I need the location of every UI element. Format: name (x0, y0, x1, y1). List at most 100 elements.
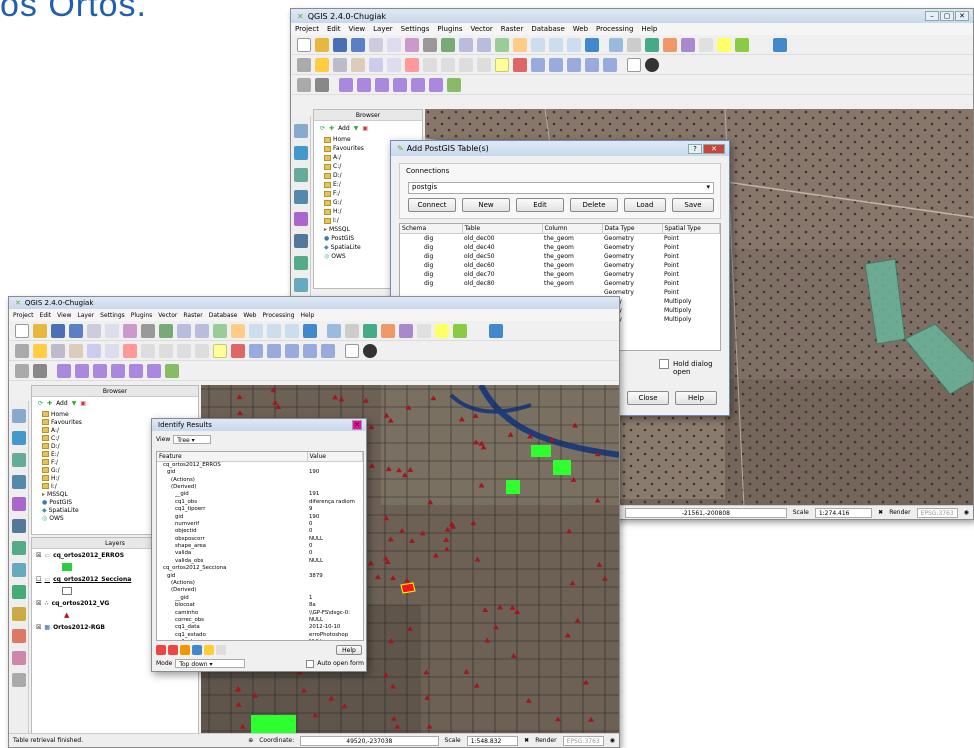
close-button[interactable]: Close (627, 391, 669, 405)
stretch-local-icon[interactable] (75, 363, 89, 378)
label-style-icon[interactable] (513, 57, 527, 72)
collapse-icon[interactable]: ▣ (80, 400, 86, 407)
table-row[interactable]: dig old_dec60 the_geom Geometry Point (400, 261, 720, 270)
increase-brightness-icon[interactable] (93, 363, 107, 378)
new-project-icon[interactable] (297, 37, 311, 52)
touch-zoom-icon[interactable] (441, 37, 455, 52)
crs-icon[interactable]: ◉ (610, 737, 615, 744)
expand-icon[interactable] (156, 645, 166, 655)
collapse-icon[interactable]: ▣ (362, 125, 368, 132)
identify-row[interactable]: blocoat 8a (157, 602, 363, 609)
select-icon[interactable] (345, 323, 359, 338)
identify-tree[interactable]: Feature Value cq_ortos2012_ERROS gid 190 (A… (156, 451, 364, 641)
delete-selected-icon[interactable] (405, 57, 419, 72)
column-spatial-type[interactable]: Spatial Type (662, 224, 720, 234)
scale-field[interactable]: 1:274.416 (814, 507, 873, 518)
connection-select[interactable]: postgis ▾ (408, 182, 714, 194)
zoom-last-icon[interactable] (549, 37, 563, 52)
coordinate-field[interactable]: 49520,-237038 (300, 735, 439, 746)
add-oracle-icon[interactable] (12, 519, 26, 533)
toggle-editing-icon[interactable] (315, 57, 329, 72)
georeferencer-icon[interactable] (165, 363, 179, 378)
menu-web[interactable]: Web (243, 312, 256, 319)
label-change-icon[interactable] (321, 343, 335, 358)
render-checkbox[interactable]: ✖ (524, 737, 529, 744)
menu-vector[interactable]: Vector (470, 25, 492, 33)
paste-icon[interactable] (177, 343, 191, 358)
label-show-icon[interactable] (267, 343, 281, 358)
add-wms-icon[interactable] (294, 256, 308, 270)
label-rotate-icon[interactable] (585, 57, 599, 72)
csw-icon[interactable] (345, 343, 359, 358)
identify-row[interactable]: obsposcorr NULL (157, 536, 363, 543)
crs-field[interactable]: EPSG:3763 (562, 735, 604, 746)
table-row[interactable]: dig old_dec70 the_geom Geometry Point (400, 270, 720, 279)
menu-raster[interactable]: Raster (501, 25, 524, 33)
clear-icon[interactable] (192, 645, 202, 655)
add-mssql-icon[interactable] (12, 497, 26, 511)
identify-row[interactable]: cq1_data 2012-10-10 (157, 624, 363, 631)
zoom-full-icon[interactable] (495, 37, 509, 52)
add-feature-icon[interactable] (351, 57, 365, 72)
scale-field[interactable]: 1:548.832 (466, 735, 519, 746)
edits-icon[interactable] (297, 57, 311, 72)
add-raster-icon[interactable] (12, 431, 26, 445)
layer-item[interactable]: ☒ ▦ Ortos2012-RGB (36, 624, 105, 631)
zoom-next-icon[interactable] (567, 37, 581, 52)
gps-icon[interactable] (12, 673, 26, 687)
coordinate-toggle-icon[interactable]: ⊕ (248, 737, 253, 744)
move-feature-icon[interactable] (87, 343, 101, 358)
zoom-out-icon[interactable] (195, 323, 209, 338)
menu-layer[interactable]: Layer (77, 312, 94, 319)
filter-icon[interactable]: ▼ (72, 400, 77, 407)
add-wms-icon[interactable] (12, 541, 26, 555)
help-button[interactable]: Help (675, 391, 717, 405)
column-data-type[interactable]: Data Type (602, 224, 663, 234)
connect-button[interactable]: Connect (408, 198, 456, 212)
pan-icon[interactable] (123, 323, 137, 338)
identify-row[interactable]: cq1_estado erroPhotoshop (157, 632, 363, 639)
print-composer-icon[interactable] (369, 37, 383, 52)
new-button[interactable]: New (462, 198, 510, 212)
save-edits-icon[interactable] (333, 57, 347, 72)
hold-dialog-checkbox[interactable] (659, 359, 669, 369)
paste-icon[interactable] (459, 57, 473, 72)
raster-info-icon[interactable] (33, 363, 47, 378)
pan-to-selection-icon[interactable] (423, 37, 437, 52)
delete-button[interactable]: Delete (570, 198, 618, 212)
identify-icon[interactable] (609, 37, 623, 52)
map-tips-icon[interactable] (735, 37, 749, 52)
add-wcs-icon[interactable] (294, 278, 308, 292)
layer-item[interactable]: ☒ ▭ cq_ortos2012_ERROS (36, 552, 124, 559)
zoom-layer-icon[interactable] (231, 323, 245, 338)
render-checkbox[interactable]: ✖ (878, 509, 883, 516)
move-feature-icon[interactable] (369, 57, 383, 72)
cut-icon[interactable] (423, 57, 437, 72)
table-row[interactable]: dig old_dec50 the_geom Geometry Point (400, 252, 720, 261)
label-rotate-icon[interactable] (303, 343, 317, 358)
column-feature[interactable]: Feature (157, 452, 308, 462)
measure-icon[interactable] (699, 37, 713, 52)
menu-plugins[interactable]: Plugins (437, 25, 462, 33)
save-project-icon[interactable] (51, 323, 65, 338)
attribute-table-icon[interactable] (663, 37, 677, 52)
identify-row[interactable]: cq1_obs diferença radiom (157, 499, 363, 506)
toggle-editing-icon[interactable] (33, 343, 47, 358)
identify-row[interactable]: __gid 1 (157, 595, 363, 602)
add-oracle-icon[interactable] (294, 234, 308, 248)
add-postgis-icon[interactable] (12, 453, 26, 467)
deselect-icon[interactable] (363, 323, 377, 338)
print-icon[interactable] (216, 645, 226, 655)
menu-plugins[interactable]: Plugins (131, 312, 153, 319)
touch-zoom-icon[interactable] (159, 323, 173, 338)
help-button[interactable]: Help (336, 645, 362, 655)
label-move-icon[interactable] (285, 343, 299, 358)
decrease-brightness-icon[interactable] (111, 363, 125, 378)
identify-row[interactable]: (Derived) (157, 484, 363, 491)
node-tool-icon[interactable] (105, 343, 119, 358)
table-row[interactable]: dig old_dec40 the_geom Geometry Point (400, 243, 720, 252)
dialog-close-button[interactable]: ✕ (703, 143, 725, 154)
add-icon[interactable]: ✚ (47, 400, 52, 407)
identify-row[interactable]: cq_ortos2012_Secciona (157, 565, 363, 572)
menu-project[interactable]: Project (295, 25, 319, 33)
